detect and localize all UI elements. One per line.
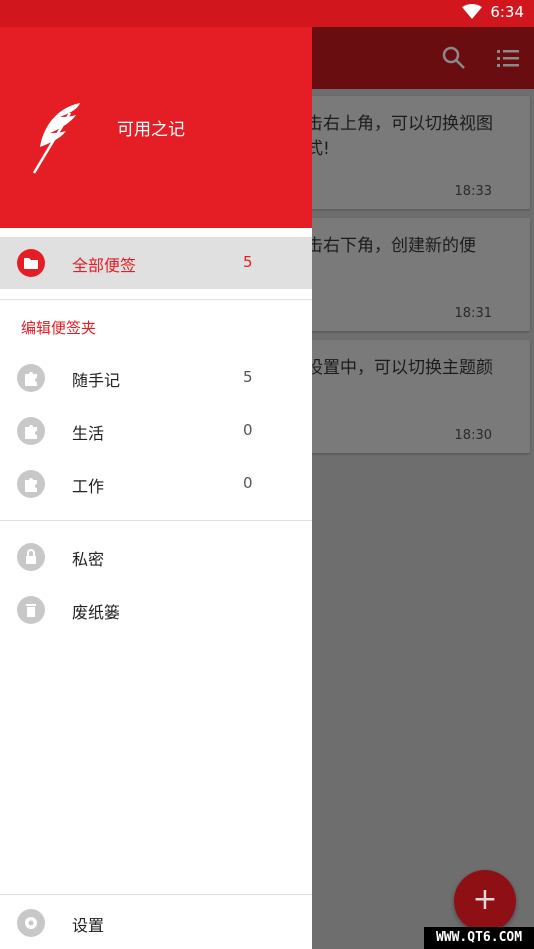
note-card[interactable]: 设置中，可以切换主题颜 18:30: [302, 340, 530, 453]
drawer-item-all-notes[interactable]: 全部便签 5: [0, 237, 312, 289]
divider: [0, 520, 312, 521]
wifi-icon: [462, 4, 483, 19]
note-text: 击右上角，可以切换视图 式!: [306, 114, 493, 159]
drawer-item-label: 全部便签: [72, 256, 137, 275]
drawer-item-settings[interactable]: 设置: [0, 897, 312, 949]
drawer-item-private[interactable]: 私密: [0, 531, 312, 583]
puzzle-icon: [17, 417, 45, 445]
feather-icon: [32, 103, 80, 174]
search-icon[interactable]: [440, 44, 468, 72]
watermark: WWW.QT6.COM: [424, 927, 534, 949]
drawer-item-count: 0: [243, 421, 253, 439]
drawer-item-label: 设置: [72, 916, 105, 935]
note-card[interactable]: 击右上角，可以切换视图 式! 18:33: [302, 96, 530, 209]
drawer-item-folder[interactable]: 随手记 5: [0, 352, 312, 404]
add-note-button[interactable]: +: [454, 870, 516, 932]
drawer-item-label: 随手记: [72, 371, 121, 390]
lock-icon: [17, 543, 45, 571]
note-time: 18:30: [454, 428, 492, 443]
drawer-item-trash[interactable]: 废纸篓: [0, 584, 312, 636]
drawer-item-label: 工作: [72, 477, 105, 496]
drawer-item-label: 废纸篓: [72, 603, 121, 622]
drawer-item-count: 5: [243, 368, 253, 386]
drawer-item-folder[interactable]: 工作 0: [0, 458, 312, 510]
divider: [0, 894, 312, 895]
note-time: 18:31: [454, 306, 492, 321]
drawer-header: 可用之记: [0, 27, 312, 228]
puzzle-icon: [17, 470, 45, 498]
list-icon[interactable]: [494, 44, 522, 72]
navigation-drawer: 可用之记 全部便签 5 编辑便签夹 随手记 5 生活 0 工作 0 私密 废纸篓…: [0, 27, 312, 949]
section-title-edit-folders[interactable]: 编辑便签夹: [21, 317, 96, 338]
trash-icon: [17, 596, 45, 624]
gear-icon: [17, 909, 45, 937]
drawer-item-count: 5: [243, 253, 253, 271]
note-card[interactable]: 击右下角，创建新的便 18:31: [302, 218, 530, 331]
puzzle-icon: [17, 364, 45, 392]
drawer-item-folder[interactable]: 生活 0: [0, 405, 312, 457]
drawer-item-label: 私密: [72, 550, 105, 569]
status-time: 6:34: [490, 3, 524, 21]
note-text: 设置中，可以切换主题颜: [306, 358, 493, 378]
note-text: 击右下角，创建新的便: [306, 236, 476, 256]
divider: [0, 299, 312, 300]
note-time: 18:33: [454, 184, 492, 199]
app-name: 可用之记: [117, 120, 185, 140]
drawer-item-label: 生活: [72, 424, 105, 443]
drawer-item-count: 0: [243, 474, 253, 492]
plus-icon: +: [472, 882, 498, 917]
status-bar: 6:34: [0, 0, 534, 27]
folder-icon: [17, 249, 45, 277]
